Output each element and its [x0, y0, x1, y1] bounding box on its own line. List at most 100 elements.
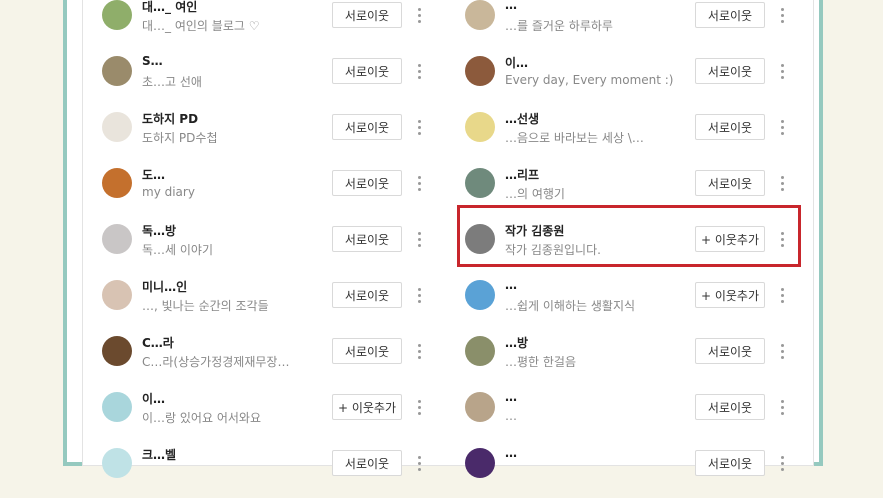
- neighbor-row: 도하지 PD 도하지 PD수첩 서로이웃: [102, 106, 432, 162]
- neighbor-description: 도하지 PD수첩: [142, 131, 218, 145]
- neighbor-name[interactable]: …선생: [505, 110, 539, 127]
- mutual-neighbor-button[interactable]: 서로이웃: [332, 114, 402, 140]
- neighbor-description: …쉽게 이해하는 생활지식: [505, 299, 636, 313]
- more-options-icon[interactable]: [777, 172, 787, 194]
- avatar[interactable]: [102, 448, 132, 478]
- neighbor-description: 초…고 선애: [142, 75, 202, 89]
- more-options-icon[interactable]: [414, 340, 424, 362]
- more-options-icon[interactable]: [777, 396, 787, 418]
- avatar[interactable]: [102, 336, 132, 366]
- more-options-icon[interactable]: [414, 4, 424, 26]
- mutual-neighbor-button[interactable]: 서로이웃: [332, 282, 402, 308]
- more-options-icon[interactable]: [414, 172, 424, 194]
- mutual-neighbor-button[interactable]: 서로이웃: [695, 170, 765, 196]
- neighbor-row: … … 서로이웃: [465, 386, 795, 442]
- mutual-neighbor-button[interactable]: 서로이웃: [332, 2, 402, 28]
- avatar[interactable]: [465, 280, 495, 310]
- neighbor-description: …평한 한걸음: [505, 355, 577, 369]
- neighbor-name[interactable]: 이…: [142, 390, 165, 407]
- mutual-neighbor-button[interactable]: 서로이웃: [695, 338, 765, 364]
- neighbor-name[interactable]: …리프: [505, 166, 539, 183]
- neighbor-row: … …를 즐거운 하루하루 서로이웃: [465, 0, 795, 50]
- more-options-icon[interactable]: [414, 228, 424, 250]
- mutual-neighbor-button[interactable]: 서로이웃: [332, 58, 402, 84]
- more-options-icon[interactable]: [414, 116, 424, 138]
- avatar[interactable]: [102, 392, 132, 422]
- avatar[interactable]: [465, 392, 495, 422]
- neighbor-row: 이… Every day, Every moment :) 서로이웃: [465, 50, 795, 106]
- neighbor-description: …: [505, 409, 517, 423]
- neighbor-row: …방 …평한 한걸음 서로이웃: [465, 330, 795, 386]
- avatar[interactable]: [465, 112, 495, 142]
- neighbor-name[interactable]: 대…_ 여인: [142, 0, 197, 15]
- avatar[interactable]: [102, 224, 132, 254]
- neighbor-row: 도… my diary 서로이웃: [102, 162, 432, 218]
- neighbor-row: 독…방독…세 이야기 서로이웃: [102, 218, 432, 274]
- neighbor-row: … …쉽게 이해하는 생활지식 + 이웃추가: [465, 274, 795, 330]
- neighbor-name[interactable]: …: [505, 278, 517, 292]
- mutual-neighbor-button[interactable]: 서로이웃: [332, 170, 402, 196]
- avatar[interactable]: [465, 0, 495, 30]
- more-options-icon[interactable]: [777, 340, 787, 362]
- avatar[interactable]: [465, 448, 495, 478]
- neighbor-name[interactable]: C…라: [142, 334, 174, 351]
- neighbor-description: …, 빛나는 순간의 조각들: [142, 299, 269, 313]
- neighbor-name[interactable]: …방: [505, 334, 528, 351]
- neighbor-name[interactable]: …: [505, 446, 517, 460]
- neighbor-row: … 서로이웃: [465, 442, 795, 498]
- more-options-icon[interactable]: [414, 452, 424, 474]
- neighbor-name[interactable]: …: [505, 390, 517, 404]
- neighbor-name[interactable]: 크…벨: [142, 446, 176, 463]
- neighbor-description: 대…_ 여인의 블로그 ♡: [142, 19, 260, 33]
- neighbor-name[interactable]: 도…: [142, 166, 165, 183]
- neighbor-name[interactable]: 도하지 PD: [142, 110, 198, 127]
- mutual-neighbor-button[interactable]: 서로이웃: [695, 58, 765, 84]
- avatar[interactable]: [465, 56, 495, 86]
- neighbor-description: C…라(상승가정경제재무장…: [142, 355, 290, 369]
- avatar[interactable]: [102, 56, 132, 86]
- more-options-icon[interactable]: [777, 284, 787, 306]
- avatar[interactable]: [102, 0, 132, 30]
- more-options-icon[interactable]: [777, 452, 787, 474]
- neighbor-description: 독…세 이야기: [142, 243, 214, 257]
- neighbor-row: 대…_ 여인대…_ 여인의 블로그 ♡ 서로이웃: [102, 0, 432, 50]
- avatar[interactable]: [102, 280, 132, 310]
- mutual-neighbor-button[interactable]: 서로이웃: [332, 338, 402, 364]
- avatar[interactable]: [465, 336, 495, 366]
- mutual-neighbor-button[interactable]: 서로이웃: [332, 450, 402, 476]
- avatar[interactable]: [102, 168, 132, 198]
- more-options-icon[interactable]: [777, 116, 787, 138]
- neighbor-row: 이… 이…랑 있어요 어서와요 + 이웃추가: [102, 386, 432, 442]
- mutual-neighbor-button[interactable]: 서로이웃: [695, 450, 765, 476]
- neighbor-description: …를 즐거운 하루하루: [505, 19, 613, 33]
- neighbor-description: Every day, Every moment :): [505, 73, 674, 87]
- highlight-box: [457, 205, 801, 267]
- mutual-neighbor-button[interactable]: 서로이웃: [695, 394, 765, 420]
- neighbor-row: …선생 …음으로 바라보는 세상 \… 서로이웃: [465, 106, 795, 162]
- add-neighbor-button[interactable]: + 이웃추가: [332, 394, 402, 420]
- more-options-icon[interactable]: [414, 284, 424, 306]
- avatar[interactable]: [102, 112, 132, 142]
- neighbor-description: my diary: [142, 185, 195, 199]
- neighbor-name[interactable]: S…: [142, 54, 163, 68]
- neighbor-row: C…라 C…라(상승가정경제재무장… 서로이웃: [102, 330, 432, 386]
- mutual-neighbor-button[interactable]: 서로이웃: [695, 2, 765, 28]
- mutual-neighbor-button[interactable]: 서로이웃: [332, 226, 402, 252]
- neighbor-description: …의 여행기: [505, 187, 565, 201]
- neighbor-row: S… 초…고 선애 서로이웃: [102, 50, 432, 106]
- more-options-icon[interactable]: [777, 60, 787, 82]
- neighbor-name[interactable]: 미니…인: [142, 278, 187, 295]
- neighbor-description: …음으로 바라보는 세상 \…: [505, 131, 644, 145]
- neighbor-name[interactable]: 독…방: [142, 222, 176, 239]
- more-options-icon[interactable]: [777, 4, 787, 26]
- neighbor-row: 미니…인 …, 빛나는 순간의 조각들 서로이웃: [102, 274, 432, 330]
- avatar[interactable]: [465, 168, 495, 198]
- add-neighbor-button[interactable]: + 이웃추가: [695, 282, 765, 308]
- mutual-neighbor-button[interactable]: 서로이웃: [695, 114, 765, 140]
- neighbor-row: 크…벨 서로이웃: [102, 442, 432, 498]
- more-options-icon[interactable]: [414, 60, 424, 82]
- neighbor-name[interactable]: …: [505, 0, 517, 12]
- neighbor-name[interactable]: 이…: [505, 54, 528, 71]
- neighbor-description: 이…랑 있어요 어서와요: [142, 411, 261, 425]
- more-options-icon[interactable]: [414, 396, 424, 418]
